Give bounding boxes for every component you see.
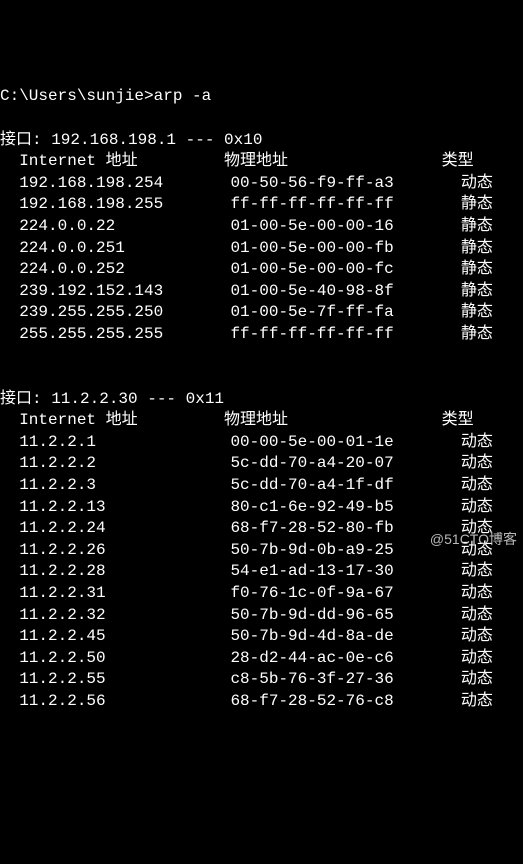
command-text: arp -a xyxy=(154,87,212,105)
command-prompt: C:\Users\sunjie> xyxy=(0,87,154,105)
arp-interface-block-1: 接口: 11.2.2.30 --- 0x11 Internet 地址 物理地址 … xyxy=(0,389,523,713)
arp-interface-block-0: 接口: 192.168.198.1 --- 0x10 Internet 地址 物… xyxy=(0,130,523,346)
watermark-text: @51CTO博客 xyxy=(430,530,517,549)
